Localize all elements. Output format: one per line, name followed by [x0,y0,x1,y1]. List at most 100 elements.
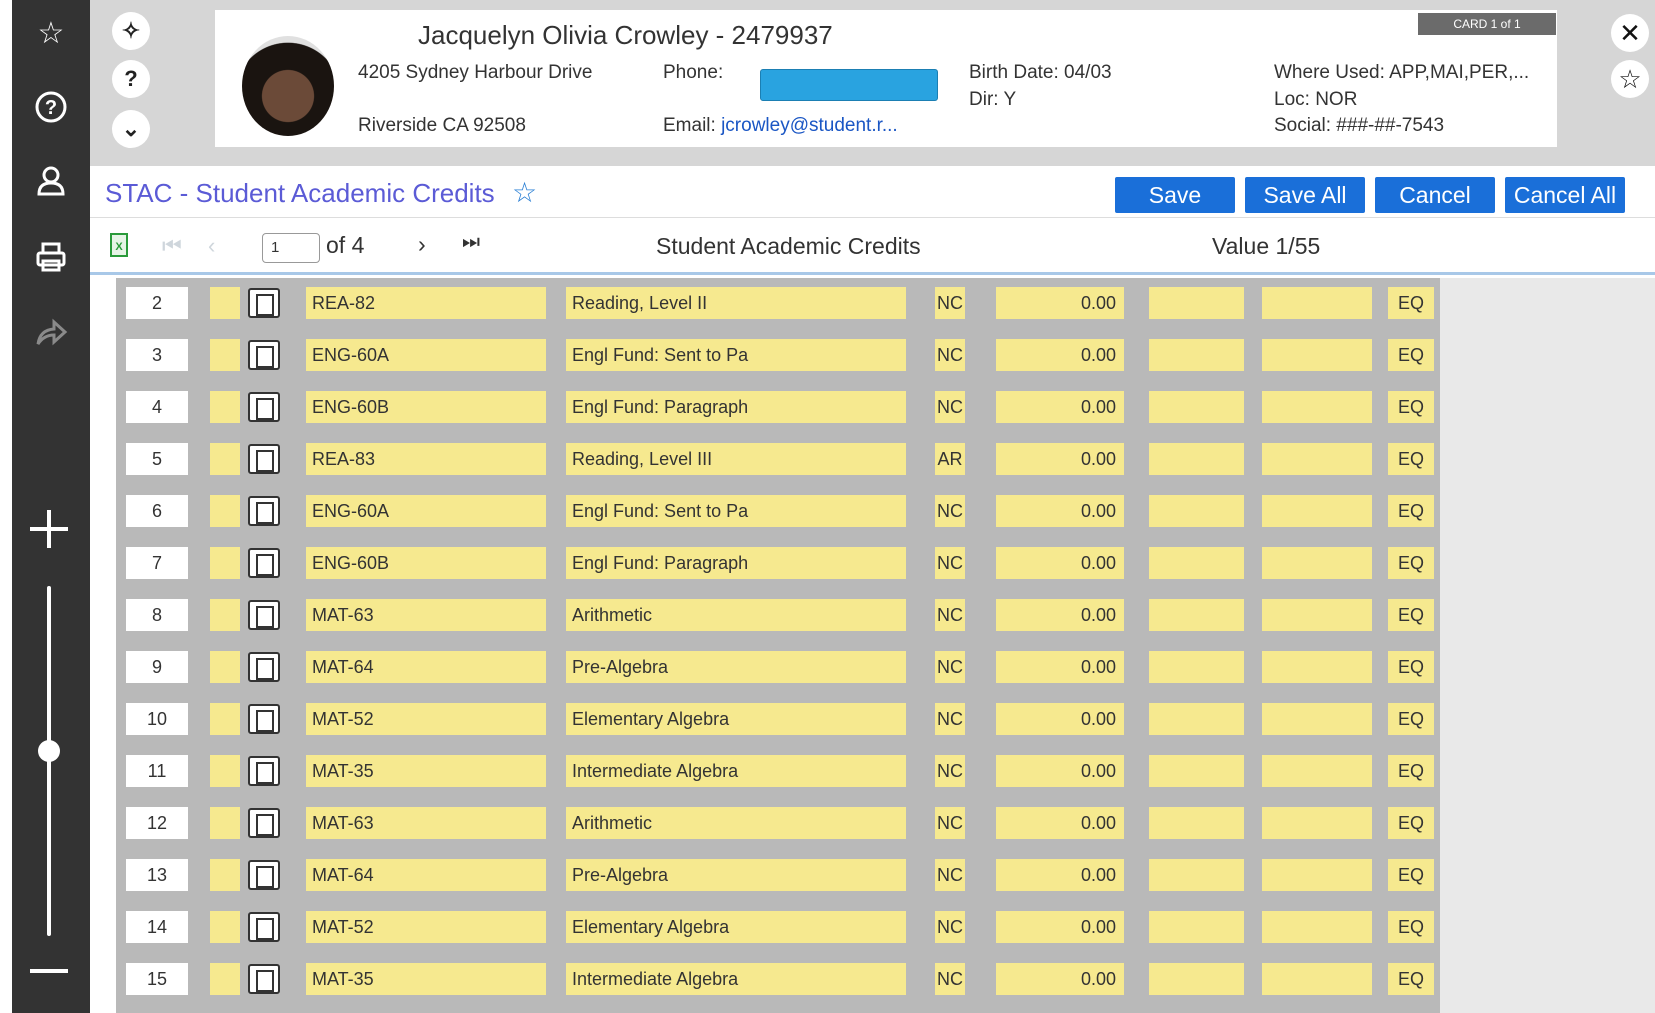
flag-field[interactable] [210,495,240,527]
extra-field-1[interactable] [1149,599,1244,631]
flag-field[interactable] [210,651,240,683]
credits-field[interactable]: 0.00 [996,599,1124,631]
document-icon[interactable] [248,340,280,370]
row-number-field[interactable]: 14 [126,911,188,943]
row-number-field[interactable]: 3 [126,339,188,371]
extra-field-1[interactable] [1149,807,1244,839]
course-code-field[interactable]: ENG-60A [306,339,546,371]
credits-field[interactable]: 0.00 [996,495,1124,527]
credit-type-field[interactable]: EQ [1388,547,1434,579]
credits-field[interactable]: 0.00 [996,859,1124,891]
extra-field-1[interactable] [1149,911,1244,943]
grade-field[interactable]: NC [935,287,965,319]
help-icon[interactable]: ? [12,90,90,135]
document-icon[interactable] [248,288,280,318]
credit-type-field[interactable]: EQ [1388,911,1434,943]
course-title-field[interactable]: Engl Fund: Paragraph [566,547,906,579]
document-icon[interactable] [248,496,280,526]
flag-field[interactable] [210,755,240,787]
row-number-field[interactable]: 10 [126,703,188,735]
extra-field-2[interactable] [1262,651,1372,683]
flag-field[interactable] [210,963,240,995]
pin-icon[interactable]: ✧ [112,12,150,50]
zoom-slider-handle[interactable] [38,740,60,762]
zoom-in-icon[interactable] [30,510,68,548]
extra-field-1[interactable] [1149,651,1244,683]
email-link[interactable]: jcrowley@student.r... [721,115,898,136]
flag-field[interactable] [210,807,240,839]
course-title-field[interactable]: Engl Fund: Paragraph [566,391,906,423]
extra-field-2[interactable] [1262,755,1372,787]
credits-field[interactable]: 0.00 [996,651,1124,683]
grade-field[interactable]: NC [935,963,965,995]
flag-field[interactable] [210,859,240,891]
previous-page-icon[interactable]: ‹ [208,233,215,259]
extra-field-1[interactable] [1149,703,1244,735]
course-title-field[interactable]: Intermediate Algebra [566,755,906,787]
extra-field-2[interactable] [1262,287,1372,319]
credits-field[interactable]: 0.00 [996,963,1124,995]
extra-field-1[interactable] [1149,287,1244,319]
credit-type-field[interactable]: EQ [1388,859,1434,891]
course-title-field[interactable]: Engl Fund: Sent to Pa [566,495,906,527]
course-title-field[interactable]: Pre-Algebra [566,651,906,683]
credit-type-field[interactable]: EQ [1388,495,1434,527]
credit-type-field[interactable]: EQ [1388,287,1434,319]
grade-field[interactable]: NC [935,651,965,683]
grade-field[interactable]: NC [935,807,965,839]
flag-field[interactable] [210,391,240,423]
last-page-icon[interactable]: ⏭ [462,231,480,254]
user-icon[interactable] [12,164,90,209]
course-code-field[interactable]: MAT-52 [306,703,546,735]
first-page-icon[interactable]: ⏮ [162,233,182,259]
row-number-field[interactable]: 11 [126,755,188,787]
course-title-field[interactable]: Engl Fund: Sent to Pa [566,339,906,371]
next-page-icon[interactable]: › [418,231,426,258]
course-code-field[interactable]: MAT-63 [306,599,546,631]
credit-type-field[interactable]: EQ [1388,755,1434,787]
extra-field-1[interactable] [1149,755,1244,787]
flag-field[interactable] [210,911,240,943]
grade-field[interactable]: NC [935,703,965,735]
flag-field[interactable] [210,599,240,631]
course-code-field[interactable]: MAT-64 [306,859,546,891]
flag-field[interactable] [210,339,240,371]
row-number-field[interactable]: 7 [126,547,188,579]
document-icon[interactable] [248,756,280,786]
course-code-field[interactable]: REA-83 [306,443,546,475]
course-code-field[interactable]: ENG-60B [306,391,546,423]
star-icon[interactable]: ☆ [12,14,90,54]
course-code-field[interactable]: MAT-63 [306,807,546,839]
document-icon[interactable] [248,600,280,630]
credits-field[interactable]: 0.00 [996,547,1124,579]
course-code-field[interactable]: MAT-35 [306,755,546,787]
extra-field-2[interactable] [1262,599,1372,631]
export-excel-icon[interactable]: X [110,233,128,263]
document-icon[interactable] [248,548,280,578]
document-icon[interactable] [248,964,280,994]
document-icon[interactable] [248,392,280,422]
grade-field[interactable]: NC [935,391,965,423]
credit-type-field[interactable]: EQ [1388,443,1434,475]
zoom-out-icon[interactable] [30,969,68,973]
document-icon[interactable] [248,860,280,890]
row-number-field[interactable]: 9 [126,651,188,683]
course-title-field[interactable]: Arithmetic [566,807,906,839]
flag-field[interactable] [210,287,240,319]
row-number-field[interactable]: 12 [126,807,188,839]
page-number-input[interactable]: 1 [262,233,320,263]
document-icon[interactable] [248,912,280,942]
close-icon[interactable]: ✕ [1611,14,1649,52]
print-icon[interactable] [12,240,90,285]
extra-field-2[interactable] [1262,807,1372,839]
credits-field[interactable]: 0.00 [996,287,1124,319]
flag-field[interactable] [210,547,240,579]
course-code-field[interactable]: MAT-64 [306,651,546,683]
flag-field[interactable] [210,443,240,475]
grade-field[interactable]: NC [935,495,965,527]
document-icon[interactable] [248,704,280,734]
extra-field-1[interactable] [1149,339,1244,371]
grade-field[interactable]: NC [935,911,965,943]
favorite-icon[interactable]: ☆ [1611,60,1649,98]
row-number-field[interactable]: 15 [126,963,188,995]
